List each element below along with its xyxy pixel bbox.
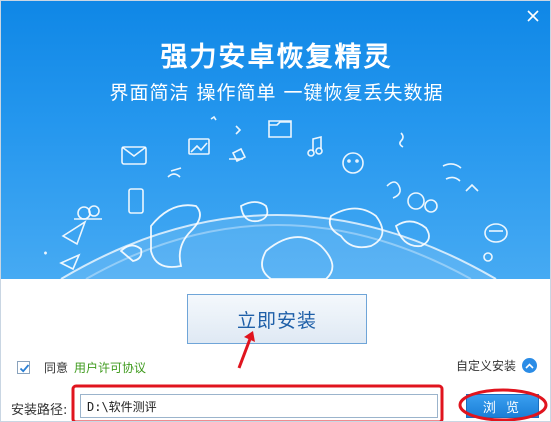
app-subtitle: 界面简洁 操作简单 一键恢复丢失数据 — [109, 82, 444, 104]
browse-button[interactable]: 浏 览 — [466, 394, 539, 418]
license-agreement-link[interactable]: 用户许可协议 — [74, 359, 146, 376]
installer-window: 强力安卓恢复精灵 界面简洁 操作简单 一键恢复丢失数据 立即安装 同意 用户许可… — [0, 0, 551, 422]
header-banner: 强力安卓恢复精灵 界面简洁 操作简单 一键恢复丢失数据 — [1, 1, 550, 279]
install-path-input[interactable] — [80, 394, 438, 418]
app-title: 强力安卓恢复精灵 — [160, 42, 393, 73]
custom-install-label: 自定义安装 — [455, 359, 516, 373]
agree-checkbox[interactable] — [17, 360, 30, 374]
close-icon — [527, 10, 539, 22]
close-button[interactable] — [524, 7, 542, 25]
agree-row: 同意 用户许可协议 — [17, 358, 146, 376]
install-now-button[interactable]: 立即安装 — [187, 294, 367, 344]
agree-label: 同意 — [44, 360, 69, 375]
install-path-label: 安装路径: — [11, 403, 68, 418]
chevron-up-icon — [522, 358, 537, 373]
checkmark-icon — [19, 363, 30, 373]
custom-install-toggle[interactable]: 自定义安装 — [456, 357, 537, 374]
